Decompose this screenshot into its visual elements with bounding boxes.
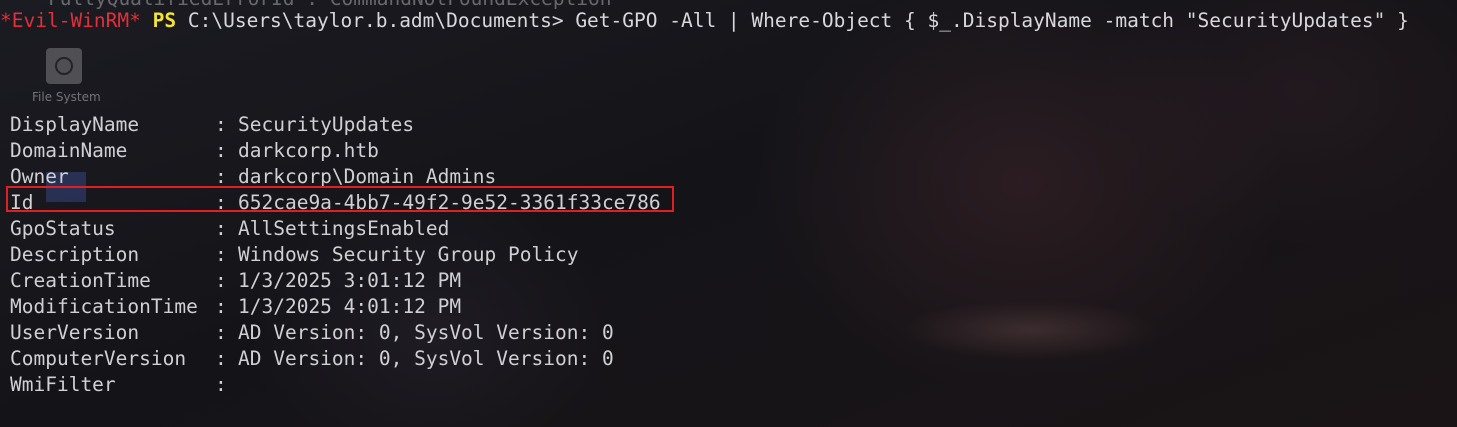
- desktop-icon-file-system: File System: [32, 48, 101, 104]
- output-key: DomainName: [10, 139, 128, 162]
- output-key: CreationTime: [10, 269, 151, 292]
- output-separator: :: [215, 295, 227, 318]
- output-value: darkcorp.htb: [238, 139, 379, 162]
- id-highlight-box: [6, 186, 674, 212]
- output-row: DomainName: darkcorp.htb: [10, 138, 661, 164]
- output-key: ComputerVersion: [10, 347, 187, 370]
- desktop-icon-label: File System: [32, 90, 101, 104]
- output-separator: :: [215, 113, 227, 136]
- prompt-ps: PS: [152, 9, 177, 32]
- gpo-output: DisplayName: SecurityUpdates DomainName: d…: [10, 112, 661, 398]
- output-separator: :: [215, 347, 227, 370]
- command-text: Get-GPO -All | Where-Object { $_.Display…: [575, 9, 1409, 32]
- output-row: Description: Windows Security Group Polic…: [10, 242, 661, 268]
- output-row: UserVersion: AD Version: 0, SysVol Versio…: [10, 320, 661, 346]
- output-separator: :: [215, 139, 227, 162]
- output-separator: :: [215, 269, 227, 292]
- output-row: ModificationTime:1/3/2025 4:01:12 PM: [10, 294, 661, 320]
- output-row: DisplayName: SecurityUpdates: [10, 112, 661, 138]
- output-key: GpoStatus: [10, 217, 116, 240]
- output-key: UserVersion: [10, 321, 140, 344]
- drive-icon: [46, 48, 82, 84]
- output-separator: :: [215, 217, 227, 240]
- output-value: AllSettingsEnabled: [238, 217, 450, 240]
- output-value: SecurityUpdates: [238, 113, 415, 136]
- output-separator: :: [215, 373, 227, 396]
- output-value: AD Version: 0, SysVol Version: 0: [238, 321, 614, 344]
- output-value: 1/3/2025 3:01:12 PM: [238, 269, 462, 292]
- output-row: ComputerVersion: AD Version: 0, SysVol Ve…: [10, 346, 661, 372]
- prompt-path: C:\Users\taylor.b.adm\Documents>: [187, 9, 564, 32]
- output-row: CreationTime:1/3/2025 3:01:12 PM: [10, 268, 661, 294]
- output-key: WmiFilter: [10, 373, 116, 396]
- output-key: Description: [10, 243, 140, 266]
- output-key: DisplayName: [10, 113, 140, 136]
- output-value: Windows Security Group Policy: [238, 243, 579, 266]
- output-value: 1/3/2025 4:01:12 PM: [238, 295, 462, 318]
- output-separator: :: [215, 243, 227, 266]
- output-value: AD Version: 0, SysVol Version: 0: [238, 347, 614, 370]
- prompt-tag: *Evil-WinRM*: [0, 9, 141, 32]
- output-row: GpoStatus: AllSettingsEnabled: [10, 216, 661, 242]
- command-prompt-line: *Evil-WinRM* PS C:\Users\taylor.b.adm\Do…: [0, 8, 1409, 34]
- output-key: ModificationTime: [10, 295, 198, 318]
- output-row: WmiFilter:: [10, 372, 661, 398]
- terminal-window[interactable]: FullyQualifiedErrorId : CommandNotFoundE…: [0, 0, 1457, 427]
- output-separator: :: [215, 321, 227, 344]
- wallpaper-decoration: [900, 300, 1160, 360]
